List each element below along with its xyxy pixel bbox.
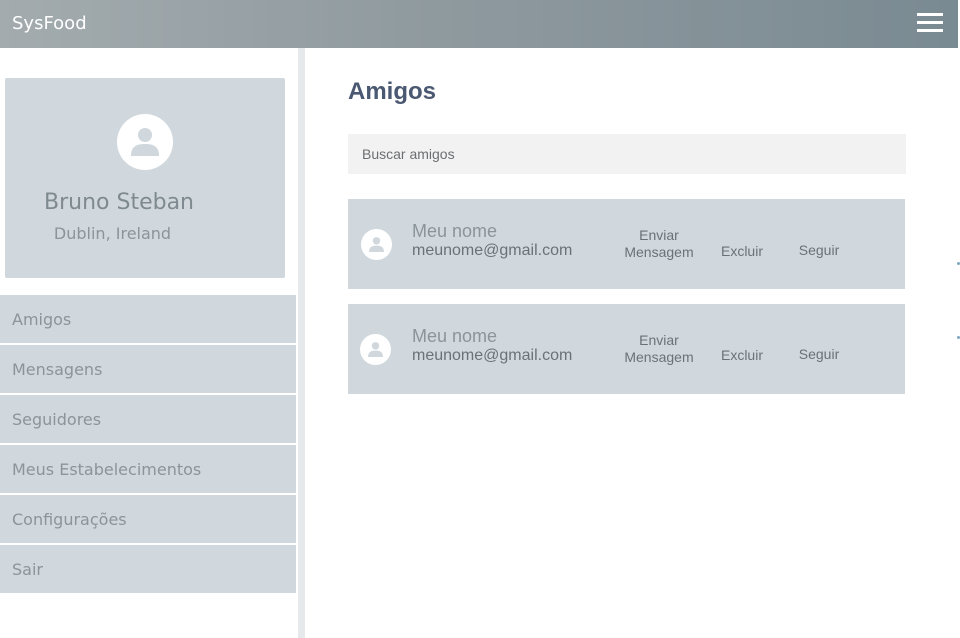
sidebar-item-sair[interactable]: Sair bbox=[0, 545, 296, 593]
send-message-button[interactable]: Enviar Mensagem bbox=[618, 227, 700, 261]
profile-location: Dublin, Ireland bbox=[53, 224, 172, 243]
friend-card: Meu nome meunome@gmail.com Enviar Mensag… bbox=[348, 199, 905, 289]
sidebar-item-seguidores[interactable]: Seguidores bbox=[0, 395, 296, 443]
friend-email: meunome@gmail.com bbox=[412, 347, 573, 364]
sidebar: Bruno Steban Dublin, Ireland Amigos Mens… bbox=[0, 48, 298, 638]
send-message-button[interactable]: Enviar Mensagem bbox=[618, 332, 700, 366]
friend-card: Meu nome meunome@gmail.com Enviar Mensag… bbox=[348, 304, 905, 394]
sidebar-divider bbox=[298, 48, 305, 638]
sidebar-item-label: Amigos bbox=[12, 309, 72, 329]
friend-name: Meu nome bbox=[412, 326, 498, 346]
send-message-label-line1: Enviar bbox=[639, 332, 679, 348]
send-message-label-line2: Mensagem bbox=[624, 244, 694, 260]
friend-name: Meu nome bbox=[412, 221, 498, 241]
delete-friend-button[interactable]: Excluir bbox=[712, 243, 772, 260]
app-title: SysFood bbox=[12, 13, 87, 34]
sidebar-item-label: Mensagens bbox=[12, 359, 103, 379]
user-avatar-icon bbox=[117, 114, 173, 170]
profile-card: Bruno Steban Dublin, Ireland bbox=[5, 78, 285, 278]
sidebar-item-mensagens[interactable]: Mensagens bbox=[0, 345, 296, 393]
sidebar-item-label: Configurações bbox=[12, 509, 127, 529]
page-title: Amigos bbox=[348, 78, 437, 105]
sidebar-item-amigos[interactable]: Amigos bbox=[0, 295, 296, 343]
send-message-label-line1: Enviar bbox=[639, 227, 679, 243]
send-message-label-line2: Mensagem bbox=[624, 349, 694, 365]
sidebar-nav: Amigos Mensagens Seguidores Meus Estabel… bbox=[0, 295, 296, 595]
profile-name: Bruno Steban bbox=[44, 190, 194, 215]
friend-avatar-icon bbox=[360, 334, 391, 365]
friend-avatar-icon bbox=[361, 229, 392, 260]
follow-button[interactable]: Seguir bbox=[788, 242, 850, 259]
sidebar-item-label: Sair bbox=[12, 559, 43, 579]
search-friends-input[interactable] bbox=[348, 134, 906, 174]
sidebar-item-label: Meus Estabelecimentos bbox=[12, 459, 202, 479]
sidebar-item-meus-estabelecimentos[interactable]: Meus Estabelecimentos bbox=[0, 445, 296, 493]
friend-email: meunome@gmail.com bbox=[412, 242, 573, 259]
sidebar-item-configuracoes[interactable]: Configurações bbox=[0, 495, 296, 543]
hamburger-menu-icon[interactable] bbox=[914, 10, 946, 36]
main-content: Amigos Meu nome meunome@gmail.com Enviar… bbox=[305, 48, 958, 638]
delete-friend-button[interactable]: Excluir bbox=[712, 347, 772, 364]
top-bar: SysFood bbox=[0, 0, 958, 48]
follow-button[interactable]: Seguir bbox=[788, 346, 850, 363]
sidebar-item-label: Seguidores bbox=[12, 409, 102, 429]
